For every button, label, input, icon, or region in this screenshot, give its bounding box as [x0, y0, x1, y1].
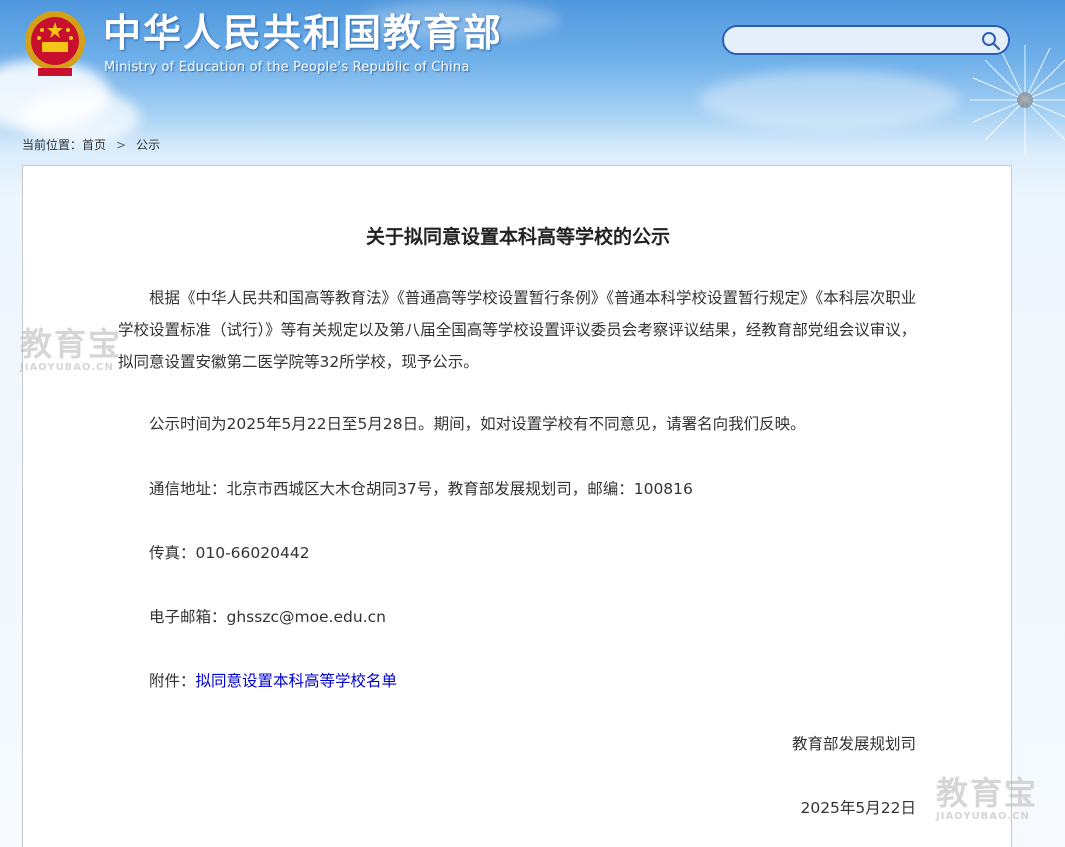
cloud-decoration	[700, 70, 960, 130]
watermark-text: 教育宝	[20, 325, 123, 363]
article-paragraph: 根据《中华人民共和国高等教育法》《普通高等学校设置暂行条例》《普通本科学校设置暂…	[118, 289, 917, 371]
site-title: 中华人民共和国教育部	[103, 10, 504, 55]
attachment-label: 附件：	[149, 672, 196, 690]
search-icon[interactable]	[980, 30, 1002, 52]
watermark: 教育宝 JIAOYUBAO.CN	[20, 326, 122, 373]
contact-address: 通信地址：北京市西城区大木仓胡同37号，教育部发展规划司，邮编：100816	[149, 480, 693, 498]
contact-email: 电子邮箱：ghsszc@moe.edu.cn	[149, 608, 386, 626]
dandelion-decoration	[970, 45, 1065, 155]
watermark-text: 教育宝	[936, 774, 1039, 812]
breadcrumb-label: 当前位置：	[22, 138, 83, 152]
breadcrumb-separator: >	[116, 138, 127, 152]
watermark-url: JIAOYUBAO.CN	[20, 362, 114, 373]
attachment-row: 附件：拟同意设置本科高等学校名单	[118, 665, 918, 697]
article-paragraph: 公示时间为2025年5月22日至5月28日。期间，如对设置学校有不同意见，请署名…	[149, 415, 806, 433]
page: 中华人民共和国教育部 Ministry of Education of the …	[0, 0, 1065, 847]
search-input[interactable]	[736, 31, 985, 51]
signature-date: 2025年5月22日	[800, 799, 916, 817]
article-container: 关于拟同意设置本科高等学校的公示 根据《中华人民共和国高等教育法》《普通高等学校…	[22, 165, 1012, 847]
site-subtitle: Ministry of Education of the People's Re…	[104, 60, 470, 75]
breadcrumb: 当前位置：首页 > 公示	[22, 136, 160, 153]
article-title: 关于拟同意设置本科高等学校的公示	[365, 226, 670, 248]
national-emblem-icon	[25, 11, 85, 76]
breadcrumb-home-link[interactable]: 首页	[82, 136, 106, 153]
watermark-url: JIAOYUBAO.CN	[936, 811, 1030, 822]
contact-fax: 传真：010-66020442	[149, 544, 310, 562]
attachment-link[interactable]: 拟同意设置本科高等学校名单	[196, 672, 398, 690]
watermark: 教育宝 JIAOYUBAO.CN	[936, 775, 1038, 822]
search-box[interactable]	[722, 25, 1010, 55]
breadcrumb-current[interactable]: 公示	[136, 136, 160, 153]
signature-org: 教育部发展规划司	[791, 735, 916, 753]
